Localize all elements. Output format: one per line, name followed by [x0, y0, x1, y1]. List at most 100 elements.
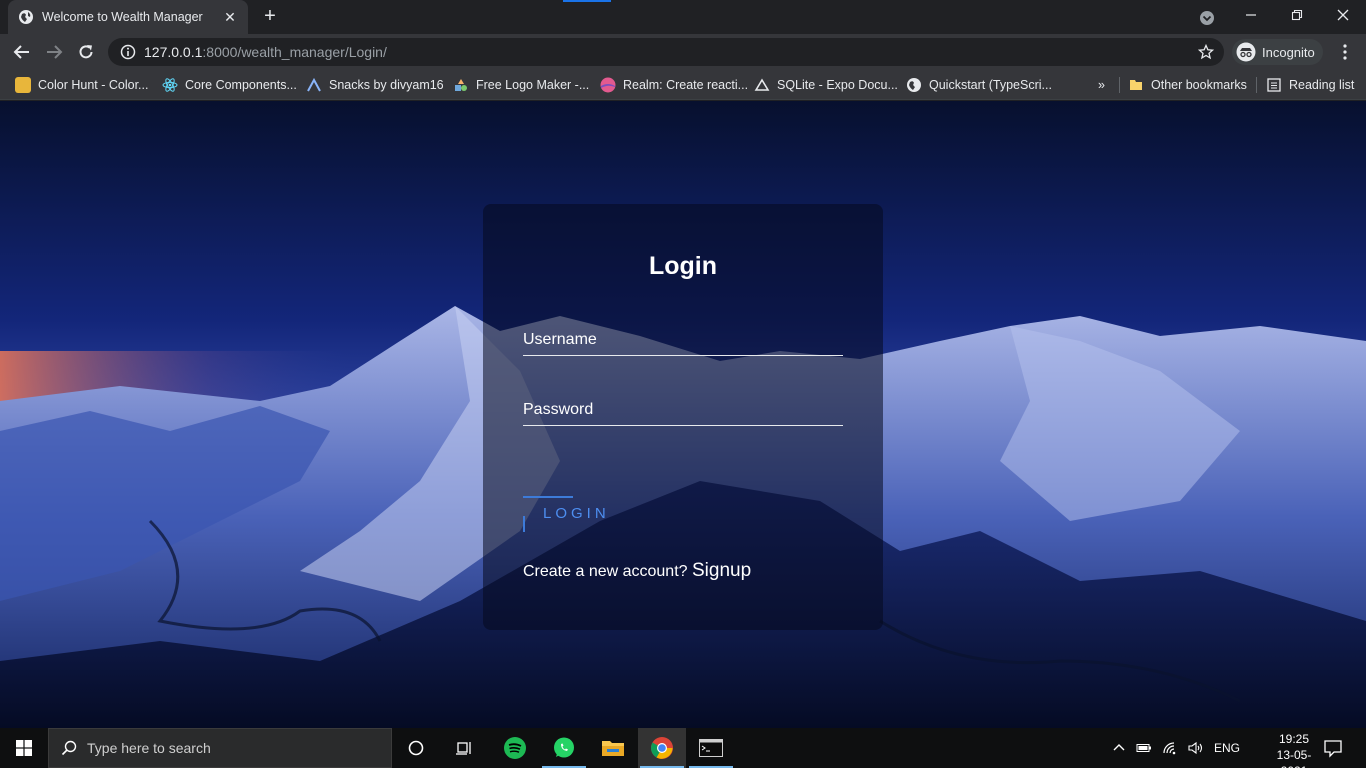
bookmark-label: SQLite - Expo Docu... — [777, 78, 898, 92]
password-field[interactable]: Password — [523, 396, 843, 426]
taskbar-search-box[interactable]: Type here to search — [48, 728, 392, 768]
realm-icon — [600, 77, 616, 93]
windows-taskbar: Type here to search ENG 19:25 13-05- — [0, 728, 1366, 768]
info-icon — [120, 44, 136, 60]
taskbar-app-file-explorer[interactable] — [589, 728, 637, 768]
reading-list-icon — [1267, 78, 1281, 92]
login-page: Login Username Password LOGIN Create a n… — [0, 101, 1366, 728]
taskbar-app-chrome[interactable] — [638, 728, 686, 768]
address-bar[interactable]: 127.0.0.1:8000/wealth_manager/Login/ — [108, 38, 1224, 66]
signup-link[interactable]: Signup — [692, 560, 751, 581]
minimize-button[interactable] — [1228, 0, 1274, 30]
folder-icon — [1130, 80, 1142, 90]
globe-icon — [19, 10, 33, 24]
tab-title: Welcome to Wealth Manager — [42, 10, 203, 24]
button-border-top — [523, 496, 573, 498]
bookmarks-divider — [1256, 77, 1257, 93]
url-host: 127.0.0.1 — [144, 44, 203, 60]
task-view-button[interactable] — [440, 728, 488, 768]
incognito-label: Incognito — [1262, 44, 1315, 60]
login-button[interactable]: LOGIN — [523, 494, 643, 534]
bookmarks-divider — [1119, 77, 1120, 93]
signup-prompt: Create a new account? Signup — [523, 560, 751, 582]
language-indicator[interactable]: ENG — [1214, 741, 1240, 755]
tab-accent-bar — [563, 0, 611, 2]
clock-date: 13-05-2021 — [1276, 748, 1312, 768]
browser-tab-bar: Welcome to Wealth Manager ✕ + — [0, 0, 1366, 34]
reading-list[interactable]: Reading list — [1266, 70, 1354, 100]
login-button-label: LOGIN — [543, 505, 610, 522]
folder-icon — [602, 741, 624, 756]
chrome-icon — [651, 737, 673, 759]
clock-time: 19:25 — [1278, 732, 1310, 746]
battery-icon[interactable] — [1136, 741, 1152, 755]
bookmark-star-icon[interactable] — [1198, 44, 1214, 60]
reload-icon — [79, 45, 93, 59]
cortana-button[interactable] — [392, 728, 440, 768]
spotify-icon — [504, 737, 526, 759]
browser-menu-button[interactable] — [1334, 38, 1356, 66]
cortana-icon — [408, 740, 424, 756]
taskbar-app-whatsapp[interactable] — [540, 728, 588, 768]
start-button[interactable] — [0, 728, 48, 768]
react-icon — [162, 78, 178, 92]
logo-maker-icon — [455, 79, 467, 91]
new-tab-button[interactable]: + — [258, 5, 282, 29]
volume-icon[interactable] — [1188, 741, 1204, 755]
back-button[interactable] — [8, 38, 36, 66]
reload-button[interactable] — [72, 38, 100, 66]
more-vert-icon — [1343, 44, 1347, 60]
tab-search-icon[interactable] — [1196, 7, 1218, 29]
forward-button[interactable] — [40, 38, 68, 66]
close-window-button[interactable] — [1320, 0, 1366, 30]
signup-prompt-text: Create a new account? — [523, 563, 688, 580]
expo-icon — [754, 78, 770, 91]
chevron-double-right-icon: » — [1098, 78, 1105, 92]
restore-button[interactable] — [1274, 0, 1320, 30]
taskbar-app-spotify[interactable] — [491, 728, 539, 768]
password-label: Password — [523, 401, 594, 418]
search-icon — [61, 740, 77, 756]
incognito-icon — [1236, 42, 1256, 62]
expo-snack-icon — [307, 77, 321, 92]
system-tray: ENG — [1112, 728, 1240, 768]
bookmark-label: Quickstart (TypeScri... — [929, 78, 1052, 92]
taskbar-clock[interactable]: 19:25 13-05-2021 — [1264, 731, 1324, 768]
reading-list-label: Reading list — [1289, 78, 1355, 92]
bookmarks-bar: Color Hunt - Color... Core Components...… — [0, 70, 1366, 100]
bookmark-item[interactable]: Free Logo Maker -... — [453, 70, 589, 100]
other-bookmarks[interactable]: Other bookmarks — [1128, 70, 1247, 100]
bookmark-item[interactable]: Color Hunt - Color... — [15, 70, 148, 100]
button-border-left — [523, 516, 525, 532]
minimize-icon — [1246, 14, 1256, 16]
notification-icon[interactable] — [1322, 737, 1344, 759]
restore-icon — [1291, 9, 1303, 21]
terminal-icon — [699, 739, 723, 757]
other-bookmarks-label: Other bookmarks — [1151, 78, 1247, 92]
bookmark-label: Snacks by divyam16 — [329, 78, 444, 92]
login-title: Login — [648, 252, 718, 280]
bookmarks-overflow-button[interactable]: » — [1098, 70, 1105, 100]
bookmark-item[interactable]: Core Components... — [162, 70, 297, 100]
bookmark-label: Color Hunt - Color... — [38, 78, 149, 92]
bookmark-item[interactable]: Realm: Create reacti... — [600, 70, 748, 100]
colorhunt-icon — [15, 77, 31, 93]
close-tab-icon[interactable]: ✕ — [222, 9, 238, 26]
taskbar-search-placeholder: Type here to search — [87, 740, 211, 756]
bookmark-item[interactable]: Snacks by divyam16 — [306, 70, 444, 100]
browser-tab[interactable]: Welcome to Wealth Manager ✕ — [8, 0, 248, 34]
chevron-up-icon[interactable] — [1112, 741, 1126, 755]
wifi-icon[interactable] — [1162, 741, 1178, 755]
browser-toolbar: 127.0.0.1:8000/wealth_manager/Login/ Inc… — [0, 34, 1366, 70]
taskbar-app-terminal[interactable] — [687, 728, 735, 768]
username-field[interactable]: Username — [523, 326, 843, 356]
arrow-right-icon — [47, 45, 63, 59]
bookmark-item[interactable]: SQLite - Expo Docu... — [754, 70, 898, 100]
incognito-indicator[interactable]: Incognito — [1232, 39, 1323, 65]
whatsapp-icon — [554, 737, 574, 758]
bookmark-label: Free Logo Maker -... — [476, 78, 590, 92]
windows-icon — [16, 740, 32, 756]
arrow-left-icon — [13, 45, 29, 59]
username-label: Username — [523, 331, 597, 348]
bookmark-item[interactable]: Quickstart (TypeScri... — [906, 70, 1052, 100]
